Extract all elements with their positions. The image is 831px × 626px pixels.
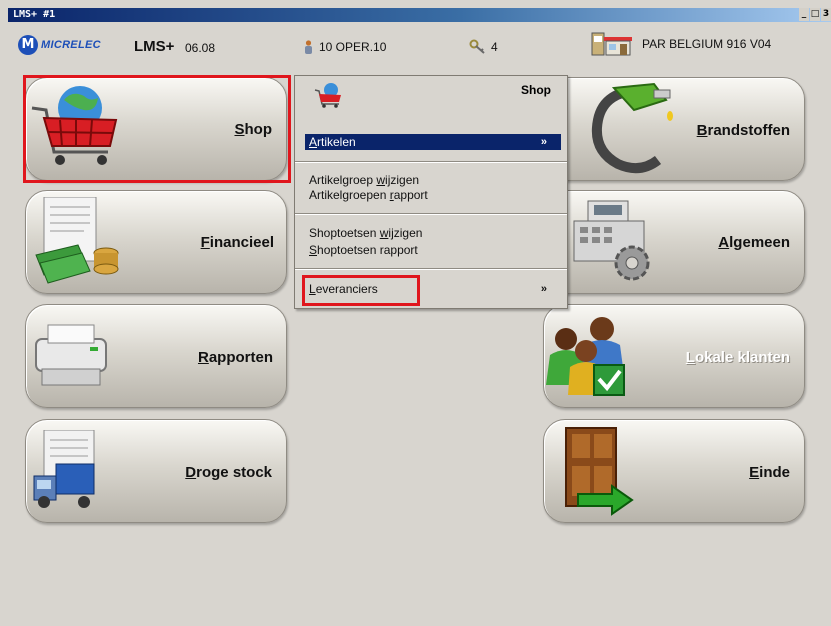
menu-separator — [295, 161, 567, 163]
tile-rapporten-label: Rapporten — [197, 349, 273, 366]
keys-info: 4 — [469, 39, 498, 55]
submenu-arrow-icon: » — [540, 136, 547, 148]
gas-station-icon — [591, 32, 632, 56]
tile-shop-label: Shop — [234, 121, 272, 138]
tile-lokale-klanten-label: Lokale klanten — [685, 349, 790, 366]
minimize-button[interactable]: _ — [799, 8, 809, 21]
cash-register-gear-icon — [573, 200, 650, 281]
station-label: PAR BELGIUM 916 V04 — [642, 37, 772, 51]
tile-financieel[interactable]: Financieel — [25, 190, 287, 294]
micrelec-logo: M MICRELEC — [18, 35, 101, 55]
menu-item-shoptoetsen-wijzigen[interactable]: Shoptoetsen wijzigen — [305, 225, 561, 241]
operator-icon — [305, 40, 312, 54]
window-title: LMS+ #1 — [13, 9, 56, 20]
menu-item-artikelen[interactable]: Artikelen » — [305, 134, 561, 150]
shop-submenu: Shop Artikelen » Artikelgroep wijzigen A… — [294, 75, 568, 309]
exit-door-icon — [565, 427, 634, 516]
menu-separator — [295, 268, 567, 270]
micrelec-logo-icon: M — [18, 35, 38, 55]
menu-item-artikelgroep-wijzigen[interactable]: Artikelgroep wijzigen — [305, 172, 561, 188]
submenu-arrow-icon: » — [540, 283, 547, 295]
shop-menu-cart-icon — [314, 83, 341, 108]
keys-count: 4 — [491, 40, 498, 54]
window-titlebar: LMS+ #1 _ □ 3 — [8, 8, 831, 22]
status-header: M MICRELEC LMS+ 06.08 10 OPER.10 4 PAR B… — [8, 22, 831, 72]
tile-algemeen[interactable]: Algemeen — [543, 190, 805, 294]
tile-rapporten[interactable]: Rapporten — [25, 304, 287, 408]
app-version: 06.08 — [185, 41, 216, 55]
close-button[interactable]: 3 — [821, 8, 831, 21]
tile-shop[interactable]: Shop — [25, 77, 287, 181]
station-info: PAR BELGIUM 916 V04 — [590, 31, 771, 57]
customers-check-icon — [546, 317, 625, 396]
printer-icon — [35, 324, 107, 386]
operator-label: 10 OPER.10 — [319, 40, 387, 54]
tile-einde[interactable]: Einde — [543, 419, 805, 523]
keys-icon — [469, 39, 485, 54]
money-documents-icon — [35, 197, 119, 284]
window-controls: _ □ 3 — [799, 8, 831, 22]
tile-brandstoffen-label: Brandstoffen — [696, 122, 790, 139]
tile-droge-stock[interactable]: Droge stock — [25, 419, 287, 523]
fuel-nozzle-icon — [592, 82, 673, 174]
menu-item-leveranciers[interactable]: Leveranciers » — [305, 281, 561, 297]
shopping-cart-icon — [31, 86, 118, 165]
micrelec-logo-text: MICRELEC — [41, 39, 101, 51]
submenu-title: Shop — [521, 83, 551, 97]
restore-button[interactable]: □ — [810, 8, 820, 21]
app-name: LMS+ — [134, 38, 175, 55]
tile-lokale-klanten[interactable]: Lokale klanten — [543, 304, 805, 408]
menu-item-artikelgroepen-rapport[interactable]: Artikelgroepen rapport — [305, 187, 561, 203]
tile-brandstoffen[interactable]: Brandstoffen — [543, 77, 805, 181]
tile-droge-stock-label: Droge stock — [185, 464, 272, 481]
menu-separator — [295, 213, 567, 215]
tile-einde-label: Einde — [749, 464, 790, 481]
operator-info: 10 OPER.10 — [304, 40, 386, 54]
tile-financieel-label: Financieel — [200, 234, 274, 251]
tile-algemeen-label: Algemeen — [718, 234, 790, 251]
delivery-truck-icon — [33, 430, 95, 508]
menu-item-shoptoetsen-rapport[interactable]: Shoptoetsen rapport — [305, 242, 561, 258]
